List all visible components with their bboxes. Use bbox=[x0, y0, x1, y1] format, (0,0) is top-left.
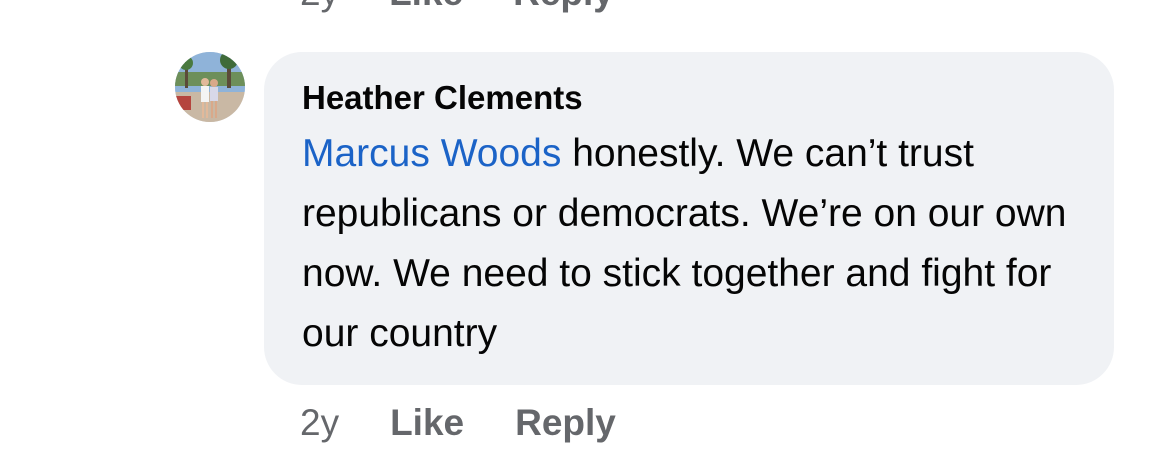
comment-actions: 2y Like Reply bbox=[300, 398, 616, 448]
like-button[interactable]: Like bbox=[390, 402, 464, 444]
previous-comment-reply-button[interactable]: Reply bbox=[513, 0, 614, 14]
reply-button[interactable]: Reply bbox=[515, 402, 616, 444]
comment-author-name[interactable]: Heather Clements bbox=[302, 78, 1078, 118]
comment-timestamp[interactable]: 2y bbox=[300, 402, 339, 444]
previous-comment-like-button[interactable]: Like bbox=[389, 0, 463, 14]
previous-comment-actions: 2y Like Reply bbox=[300, 0, 614, 13]
previous-comment-timestamp: 2y bbox=[300, 0, 339, 14]
comment-bubble: Heather Clements Marcus Woods honestly. … bbox=[264, 52, 1114, 385]
comment-thread: 2y Like Reply Heather Clements Marcus Wo… bbox=[0, 0, 1170, 475]
profile-photo-avatar-icon bbox=[175, 52, 245, 122]
mention-link[interactable]: Marcus Woods bbox=[302, 132, 561, 175]
avatar[interactable] bbox=[175, 52, 245, 122]
comment-body: Marcus Woods honestly. We can’t trust re… bbox=[302, 124, 1078, 364]
